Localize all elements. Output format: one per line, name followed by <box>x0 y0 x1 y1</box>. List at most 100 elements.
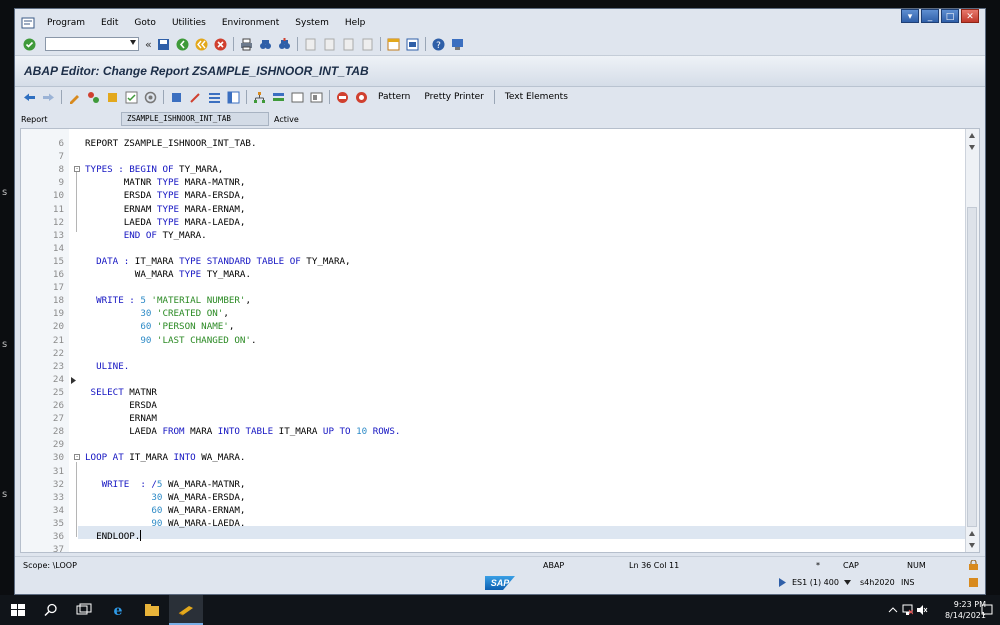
where-used-icon[interactable] <box>189 91 202 104</box>
code-line[interactable]: 15 DATA : IT_MARA TYPE STANDARD TABLE OF… <box>21 255 966 268</box>
code-line[interactable]: 13 END OF TY_MARA. <box>21 229 966 242</box>
collapse-icon[interactable]: « <box>145 38 152 51</box>
forward-arrow-icon[interactable] <box>42 91 55 104</box>
code-line[interactable]: 25 SELECT MATNR <box>21 386 966 399</box>
volume-muted-icon[interactable] <box>916 603 928 617</box>
fullscreen-icon[interactable] <box>291 91 304 104</box>
code-line[interactable]: 32 WRITE : /5 WA_MARA-MATNR, <box>21 478 966 491</box>
code-line[interactable]: 8 - TYPES : BEGIN OF TY_MARA, <box>21 163 966 176</box>
notifications-icon[interactable] <box>981 603 993 617</box>
other-object-icon[interactable] <box>106 91 119 104</box>
menu-help[interactable]: Help <box>337 18 374 28</box>
menu-system[interactable]: System <box>287 18 337 28</box>
menu-environment[interactable]: Environment <box>214 18 287 28</box>
display-change-icon[interactable] <box>68 91 81 104</box>
scroll-thumb[interactable] <box>967 207 977 527</box>
code-line[interactable]: 26 ERSDA <box>21 399 966 412</box>
check-icon[interactable] <box>125 91 138 104</box>
new-session-icon[interactable] <box>387 38 400 51</box>
vertical-scrollbar[interactable] <box>965 129 979 552</box>
code-line[interactable]: 33 30 WA_MARA-ERSDA, <box>21 491 966 504</box>
cancel-icon[interactable] <box>214 38 227 51</box>
code-line[interactable]: 29 <box>21 438 966 451</box>
code-line[interactable]: 23 ULINE. <box>21 360 966 373</box>
scroll-down-icon[interactable] <box>969 543 975 548</box>
print-icon[interactable] <box>240 38 253 51</box>
play-icon[interactable] <box>778 578 786 587</box>
code-line[interactable]: 18 WRITE : 5 'MATERIAL NUMBER', <box>21 294 966 307</box>
sap-logon-task[interactable] <box>169 595 203 625</box>
system-dropdown-icon[interactable] <box>844 580 851 585</box>
shortcut-icon[interactable] <box>406 38 419 51</box>
menu-program[interactable]: Program <box>39 18 93 28</box>
back-icon[interactable] <box>176 38 189 51</box>
enter-icon[interactable] <box>23 38 36 51</box>
sap-logon-icon[interactable] <box>178 604 194 616</box>
code-line[interactable]: 9 MATNR TYPE MARA-MATNR, <box>21 176 966 189</box>
menu-edit[interactable]: Edit <box>93 18 126 28</box>
code-line[interactable]: 20 60 'PERSON NAME', <box>21 320 966 333</box>
first-page-icon[interactable] <box>304 38 317 51</box>
navigation-window-icon[interactable] <box>227 91 240 104</box>
search-icon[interactable] <box>43 603 59 617</box>
fold-toggle-icon[interactable]: - <box>74 166 80 173</box>
code-line[interactable]: 37 <box>21 543 966 552</box>
find-icon[interactable] <box>259 38 272 51</box>
help-icon[interactable]: ? <box>432 38 445 51</box>
find-next-icon[interactable] <box>278 37 291 51</box>
stack-icon[interactable] <box>272 91 285 104</box>
code-line[interactable]: 7 <box>21 150 966 163</box>
code-line[interactable]: 28 LAEDA FROM MARA INTO TABLE IT_MARA UP… <box>21 425 966 438</box>
code-line[interactable]: 34 60 WA_MARA-ERNAM, <box>21 504 966 517</box>
code-line[interactable]: 11 ERNAM TYPE MARA-ERNAM, <box>21 203 966 216</box>
layout-menu-icon[interactable] <box>451 38 464 51</box>
show-hidden-icons[interactable] <box>888 603 898 617</box>
active-inactive-icon[interactable] <box>87 91 100 104</box>
code-line[interactable]: 31 <box>21 465 966 478</box>
code-line[interactable]: 35 90 WA_MARA-LAEDA. <box>21 517 966 530</box>
code-line[interactable]: 6 REPORT ZSAMPLE_ISHNOOR_INT_TAB. <box>21 137 966 150</box>
code-line[interactable]: 12 LAEDA TYPE MARA-LAEDA, <box>21 216 966 229</box>
internet-explorer-icon[interactable]: e <box>110 603 126 617</box>
code-line[interactable]: 10 ERSDA TYPE MARA-ERSDA, <box>21 189 966 202</box>
back-arrow-icon[interactable] <box>23 91 36 104</box>
command-field[interactable] <box>45 37 139 51</box>
code-line[interactable]: 22 <box>21 347 966 360</box>
scroll-page-up-icon[interactable] <box>969 145 975 150</box>
code-line[interactable]: 21 90 'LAST CHANGED ON'. <box>21 334 966 347</box>
system-clock[interactable]: 9:23 PM 8/14/2021 <box>945 599 986 621</box>
file-explorer-icon[interactable] <box>144 603 160 617</box>
code-line[interactable]: 16 WA_MARA TYPE TY_MARA. <box>21 268 966 281</box>
breakpoint-icon[interactable] <box>310 91 323 104</box>
set-breakpoint-icon[interactable] <box>336 91 349 104</box>
last-page-icon[interactable] <box>361 38 374 51</box>
pretty-printer-button[interactable]: Pretty Printer <box>417 92 491 102</box>
code-line[interactable]: 36 ENDLOOP. <box>21 530 966 543</box>
menu-goto[interactable]: Goto <box>126 18 164 28</box>
object-list-icon[interactable] <box>208 91 221 104</box>
code-line[interactable]: 19 30 'CREATED ON', <box>21 307 966 320</box>
network-icon[interactable] <box>902 603 913 617</box>
activate-icon[interactable] <box>144 91 157 104</box>
pattern-button[interactable]: Pattern <box>371 92 417 102</box>
code-line[interactable]: 30 - LOOP AT IT_MARA INTO WA_MARA. <box>21 451 966 464</box>
test-icon[interactable] <box>170 91 183 104</box>
save-icon[interactable] <box>157 38 170 51</box>
external-breakpoint-icon[interactable] <box>355 91 368 104</box>
text-elements-button[interactable]: Text Elements <box>498 92 575 102</box>
previous-page-icon[interactable] <box>323 38 336 51</box>
scroll-page-down-icon[interactable] <box>969 531 975 536</box>
code-line[interactable]: 24 <box>21 373 966 386</box>
exit-icon[interactable] <box>195 38 208 51</box>
fold-toggle-icon[interactable]: - <box>74 454 80 461</box>
chevron-down-icon[interactable] <box>130 40 136 45</box>
code-editor[interactable]: 6 REPORT ZSAMPLE_ISHNOOR_INT_TAB. 7 8- TYPES… <box>20 128 980 553</box>
system-menu-icon[interactable] <box>21 17 35 29</box>
layout-settings-icon[interactable] <box>968 577 979 588</box>
menu-utilities[interactable]: Utilities <box>164 18 214 28</box>
windows-start-icon[interactable] <box>10 603 26 617</box>
code-line[interactable]: 27 ERNAM <box>21 412 966 425</box>
scroll-up-icon[interactable] <box>969 133 975 138</box>
next-page-icon[interactable] <box>342 38 355 51</box>
hierarchy-icon[interactable] <box>253 91 266 104</box>
